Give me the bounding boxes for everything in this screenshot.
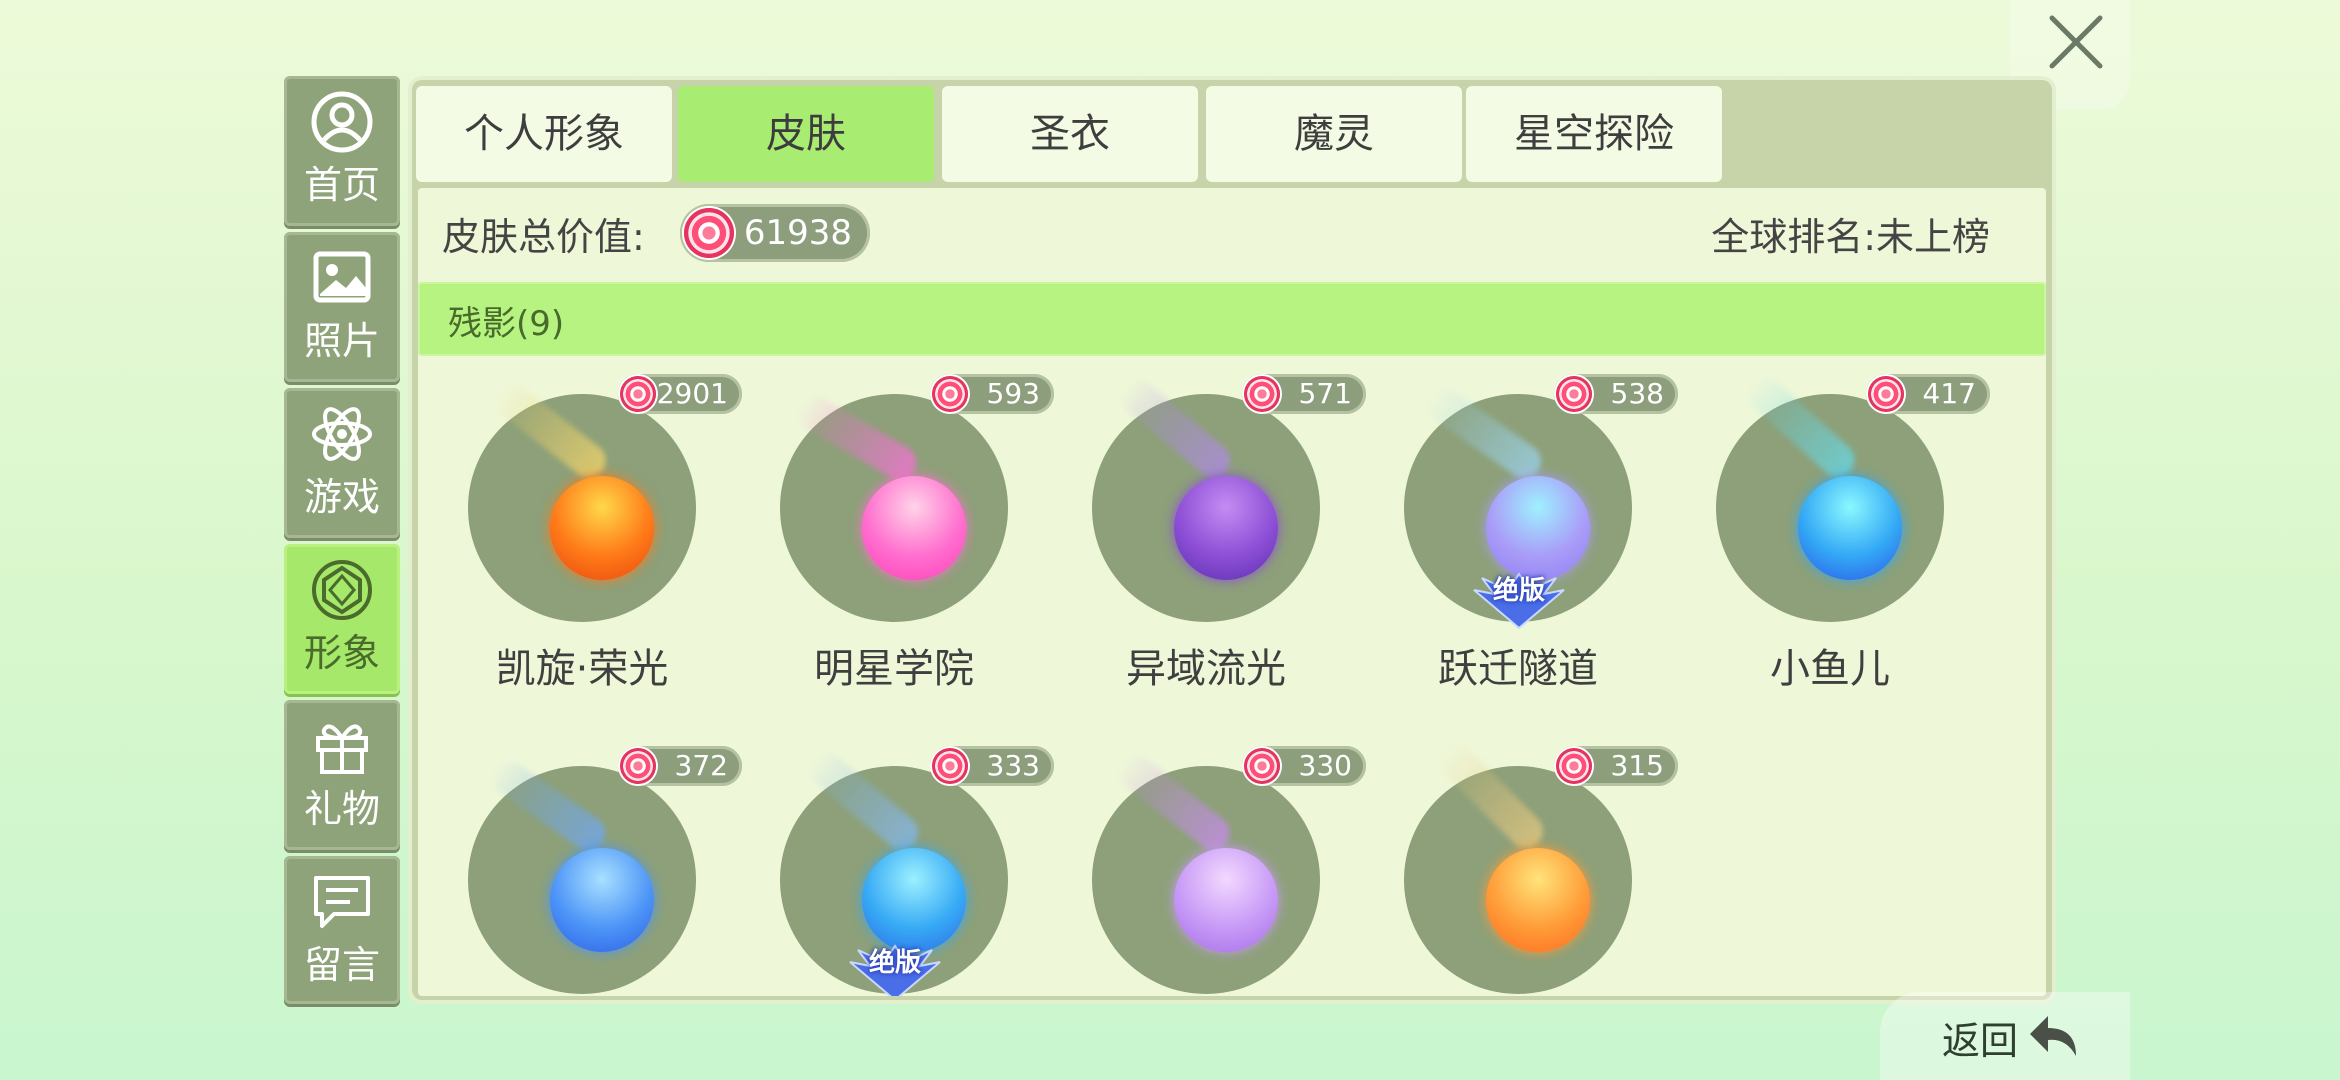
limited-edition-badge: 绝版 bbox=[840, 942, 950, 996]
sidebar-item-photos[interactable]: 照片 bbox=[284, 232, 400, 382]
atom-game-icon bbox=[312, 407, 372, 461]
price-value: 315 bbox=[1610, 749, 1664, 782]
sidebar-item-gifts[interactable]: 礼物 bbox=[284, 700, 400, 850]
sidebar-item-label: 首页 bbox=[303, 163, 380, 207]
candy-currency-icon bbox=[932, 376, 968, 412]
skin-item[interactable]: 571 异域流光 bbox=[1056, 374, 1366, 704]
candy-currency-icon bbox=[1556, 376, 1592, 412]
badge-label: 绝版 bbox=[868, 948, 921, 978]
back-button[interactable]: 返回 bbox=[1880, 992, 2130, 1080]
tab-personal-image[interactable]: 个人形象 bbox=[416, 86, 672, 182]
total-value: 61938 bbox=[743, 213, 852, 253]
tab-holy-cloth[interactable]: 圣衣 bbox=[942, 86, 1198, 182]
close-icon bbox=[2049, 15, 2103, 69]
sidebar-item-games[interactable]: 游戏 bbox=[284, 388, 400, 538]
global-rank: 全球排名:未上榜 bbox=[1711, 215, 1990, 259]
price-value: 372 bbox=[674, 749, 728, 782]
tab-magic-spirit[interactable]: 魔灵 bbox=[1206, 86, 1462, 182]
sidebar-item-home[interactable]: 首页 bbox=[284, 76, 400, 226]
main-panel: 个人形象 皮肤 圣衣 魔灵 星空探险 皮肤总价值: 61938 全球排名:未上榜… bbox=[412, 80, 2052, 1000]
skin-name: 小鱼儿 bbox=[1770, 646, 1890, 692]
limited-edition-badge: 绝版 bbox=[1464, 570, 1574, 632]
candy-currency-icon bbox=[684, 208, 734, 258]
skin-ball bbox=[550, 848, 654, 952]
value-summary: 皮肤总价值: 61938 全球排名:未上榜 bbox=[418, 188, 2046, 274]
skin-item[interactable]: 2901 凯旋·荣光 bbox=[432, 374, 742, 704]
candy-currency-icon bbox=[620, 376, 656, 412]
skin-item[interactable]: 315 bbox=[1368, 739, 1678, 996]
home-profile-icon bbox=[311, 91, 373, 153]
gem-image-icon bbox=[312, 560, 372, 620]
sidebar-item-label: 留言 bbox=[303, 943, 380, 987]
sidebar-item-image[interactable]: 形象 bbox=[284, 544, 400, 694]
skin-item[interactable]: 417 小鱼儿 bbox=[1680, 371, 1990, 704]
skin-name: 异域流光 bbox=[1126, 646, 1286, 692]
candy-currency-icon bbox=[932, 748, 968, 784]
tab-star-exploration[interactable]: 星空探险 bbox=[1466, 86, 1722, 182]
sidebar-item-messages[interactable]: 留言 bbox=[284, 856, 400, 1004]
total-value-label: 皮肤总价值: bbox=[442, 215, 645, 259]
skin-name: 凯旋·荣光 bbox=[495, 646, 669, 692]
skin-ball bbox=[1486, 476, 1590, 580]
skin-item[interactable]: 333 绝版 bbox=[744, 746, 1054, 996]
skin-ball bbox=[862, 848, 966, 952]
skin-ball bbox=[1486, 848, 1590, 952]
candy-currency-icon bbox=[620, 748, 656, 784]
skin-item[interactable]: 538 绝版 跃迁隧道 bbox=[1368, 374, 1678, 704]
photo-icon bbox=[313, 251, 371, 303]
skin-content[interactable]: 皮肤总价值: 61938 全球排名:未上榜 残影(9) 2901 凯旋·荣光 5… bbox=[418, 188, 2046, 996]
skin-item[interactable]: 330 bbox=[1056, 746, 1366, 996]
skin-item[interactable]: 372 bbox=[432, 746, 742, 996]
price-value: 2901 bbox=[656, 377, 728, 410]
sidebar-item-label: 形象 bbox=[303, 631, 380, 675]
price-value: 538 bbox=[1610, 377, 1664, 410]
price-value: 333 bbox=[986, 749, 1040, 782]
price-value: 593 bbox=[986, 377, 1040, 410]
gift-icon bbox=[316, 724, 368, 774]
skin-name: 跃迁隧道 bbox=[1438, 646, 1598, 692]
category-header[interactable]: 残影(9) bbox=[418, 282, 2046, 356]
total-value-pill: 61938 bbox=[680, 204, 870, 262]
skin-ball bbox=[1174, 476, 1278, 580]
skin-ball bbox=[550, 476, 654, 580]
candy-currency-icon bbox=[1556, 748, 1592, 784]
return-arrow-icon bbox=[2030, 1016, 2076, 1056]
price-value: 571 bbox=[1298, 377, 1352, 410]
skin-ball bbox=[1174, 848, 1278, 952]
badge-label: 绝版 bbox=[1492, 576, 1545, 606]
price-value: 417 bbox=[1922, 377, 1976, 410]
tab-skin[interactable]: 皮肤 bbox=[678, 86, 934, 182]
back-label: 返回 bbox=[1942, 1019, 2019, 1063]
category-label: 残影(9) bbox=[448, 304, 565, 344]
skin-item[interactable]: 593 明星学院 bbox=[744, 374, 1054, 704]
skin-name: 明星学院 bbox=[814, 646, 974, 692]
candy-currency-icon bbox=[1244, 376, 1280, 412]
sidebar-item-label: 礼物 bbox=[303, 787, 380, 831]
candy-currency-icon bbox=[1244, 748, 1280, 784]
sidebar-item-label: 游戏 bbox=[303, 475, 380, 519]
skin-ball bbox=[862, 476, 966, 580]
candy-currency-icon bbox=[1868, 376, 1904, 412]
skin-ball bbox=[1798, 476, 1902, 580]
sidebar-item-label: 照片 bbox=[303, 319, 380, 363]
message-icon bbox=[314, 876, 370, 928]
price-value: 330 bbox=[1298, 749, 1352, 782]
